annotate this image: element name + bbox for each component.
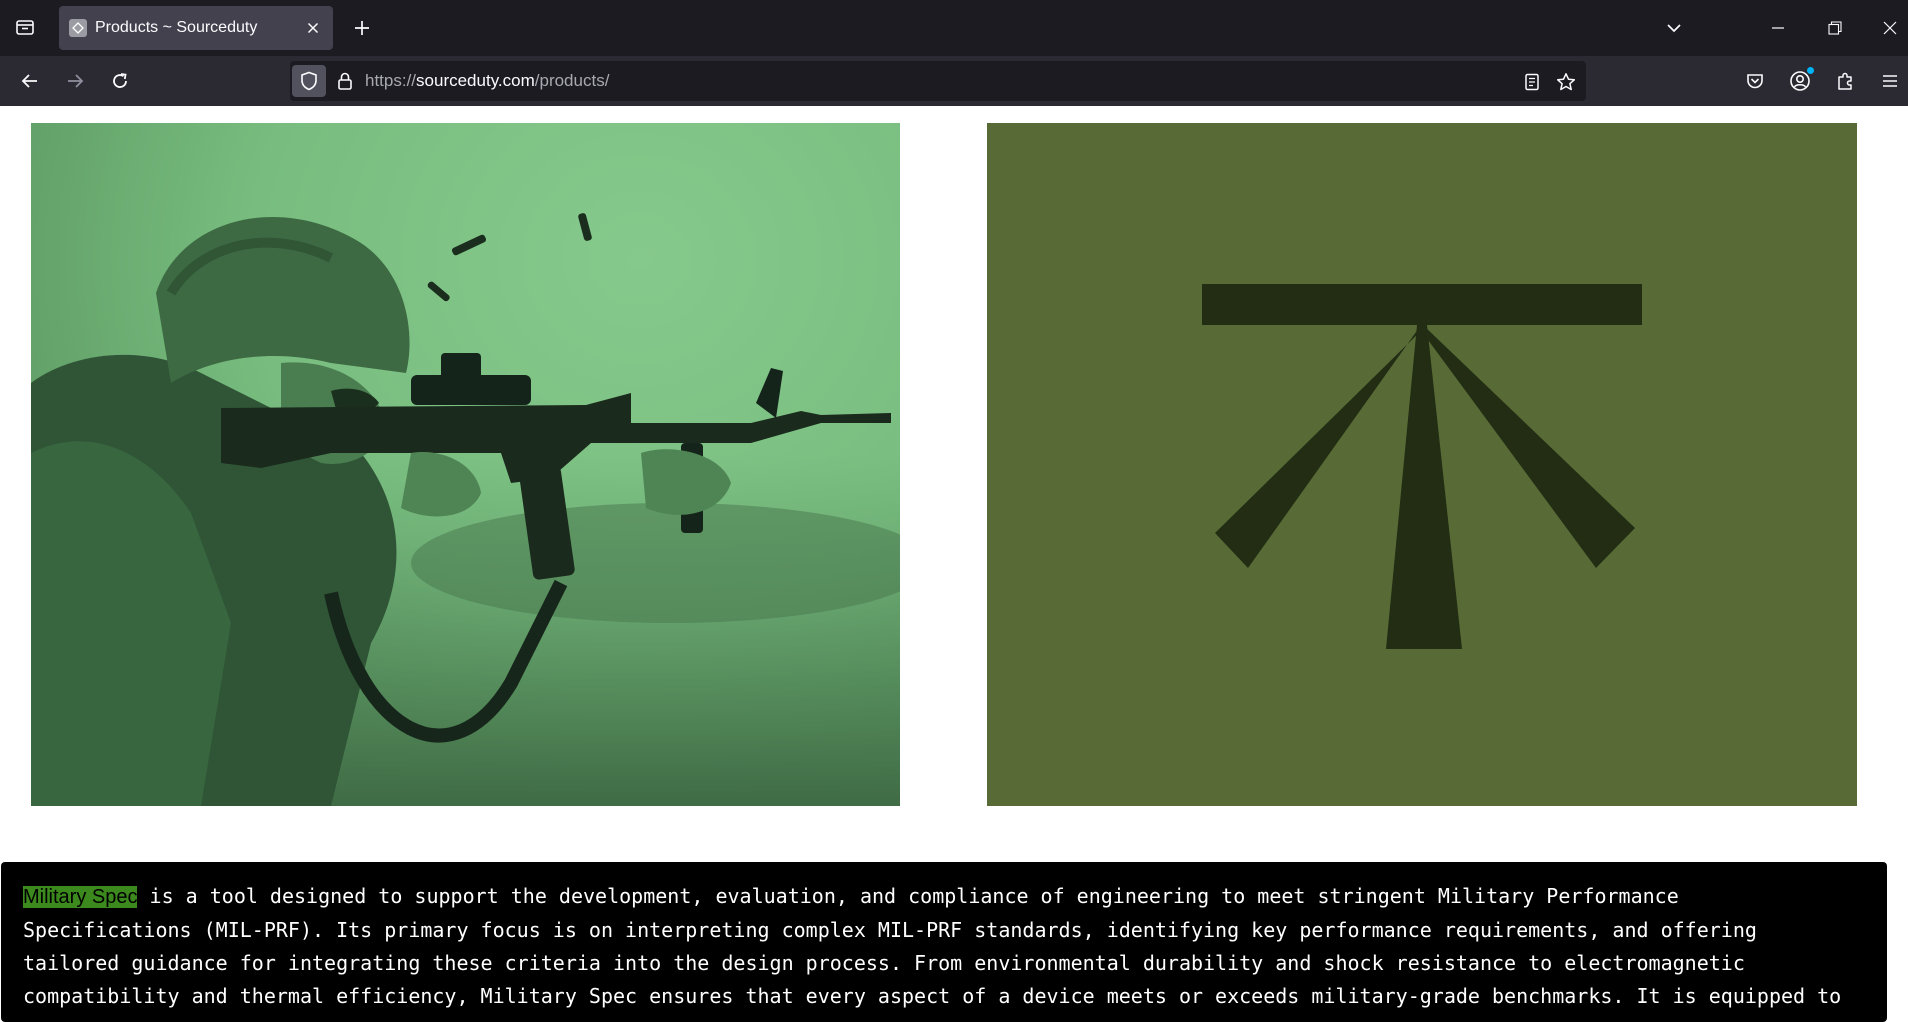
new-tab-button[interactable] [346, 12, 378, 44]
product-name-highlight: Military Spec [23, 886, 138, 908]
url-host: sourceduty.com [416, 71, 535, 90]
url-scheme: https:// [365, 71, 417, 90]
window-close-icon [1883, 21, 1897, 35]
minimize-icon [1772, 27, 1784, 29]
generic-page-icon [69, 19, 87, 37]
lock-icon[interactable] [334, 70, 356, 92]
reload-icon [113, 73, 127, 88]
star-icon [1556, 73, 1576, 91]
reload-button[interactable] [103, 64, 137, 98]
military-spec-logo [987, 123, 1857, 806]
url-path: /products/ [534, 71, 610, 90]
close-icon[interactable] [301, 16, 325, 40]
bookmark-button[interactable] [1553, 69, 1579, 95]
product-description: Military Spec is a tool designed to supp… [1, 862, 1887, 1022]
extensions-icon [1838, 72, 1852, 90]
tab-title: Products ~ Sourceduty [95, 19, 258, 36]
account-button[interactable] [1785, 66, 1815, 96]
back-button[interactable] [13, 64, 47, 98]
tab-bar: Products ~ Sourceduty [0, 0, 1908, 56]
pocket-button[interactable] [1740, 66, 1770, 96]
url-text[interactable]: https://sourceduty.com/products/ [365, 71, 609, 91]
minimize-button[interactable] [1760, 10, 1796, 46]
soldier-rifle-photo [31, 123, 900, 806]
forward-icon [68, 74, 84, 88]
tab-list-button[interactable] [8, 10, 42, 44]
tab-list-icon [16, 20, 34, 35]
notification-dot [1807, 67, 1814, 74]
back-icon [21, 74, 37, 88]
extensions-button[interactable] [1831, 66, 1861, 96]
active-tab[interactable]: Products ~ Sourceduty [59, 6, 333, 50]
reader-view-icon [1525, 73, 1539, 91]
restore-icon [1828, 21, 1842, 35]
shield-icon [301, 71, 317, 91]
description-text: is a tool designed to support the develo… [23, 884, 1842, 1008]
restore-button[interactable] [1817, 10, 1853, 46]
list-all-tabs-button[interactable] [1656, 10, 1692, 46]
menu-icon [1883, 75, 1897, 87]
chevron-down-icon [1667, 24, 1681, 33]
plus-icon [355, 21, 369, 35]
page-content: Military Spec is a tool designed to supp… [0, 106, 1908, 1022]
tracking-protection-button[interactable] [292, 65, 326, 97]
reader-view-button[interactable] [1519, 69, 1545, 95]
forward-button[interactable] [58, 64, 92, 98]
window-close-button[interactable] [1872, 10, 1908, 46]
navigation-toolbar: https://sourceduty.com/products/ [0, 56, 1908, 106]
address-bar[interactable]: https://sourceduty.com/products/ [290, 61, 1586, 101]
pocket-icon [1747, 74, 1763, 89]
app-menu-button[interactable] [1875, 66, 1905, 96]
